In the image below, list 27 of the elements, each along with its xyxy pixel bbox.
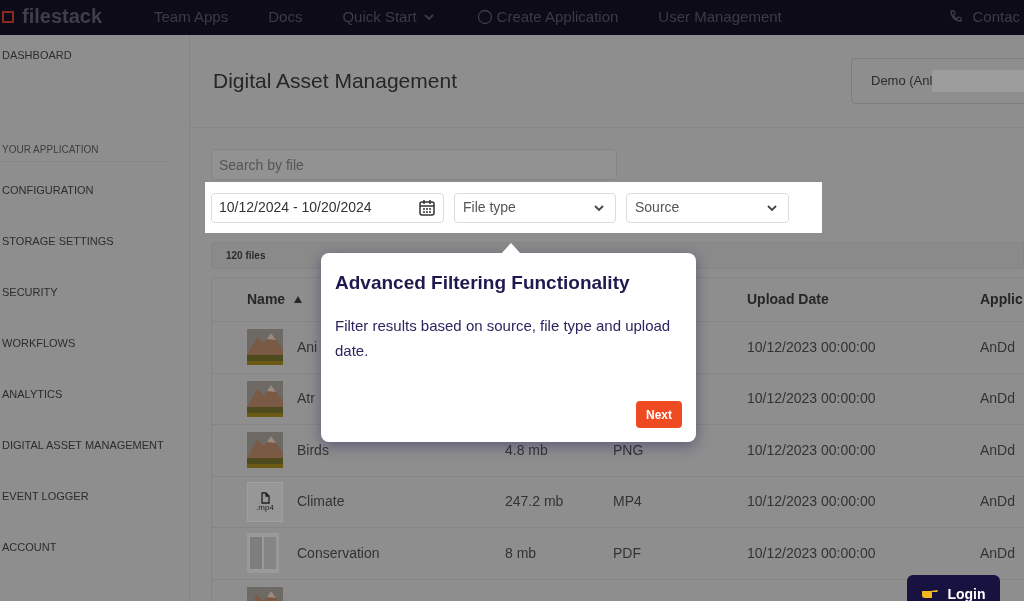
file-name: Ani [297,338,318,355]
upload-date: 10/12/2023 00:00:00 [747,440,877,460]
file-name: Atr [297,390,315,407]
file-size: 4.8 mb [505,440,549,460]
application-name: AnDd [980,389,1016,409]
file-count: 120 files [226,249,266,263]
application-name: AnDd [980,492,1016,512]
page-title: Digital Asset Management [213,68,457,95]
file-name: Conservation [297,544,380,561]
file-type: MP4 [613,492,643,512]
file-type: PDF [613,543,642,563]
application-name: AnDd [980,543,1016,563]
file-size: 8 mb [505,543,538,563]
section-label: YOUR APPLICATION [2,144,99,155]
upload-date: 10/12/2023 00:00:00 [747,337,877,357]
file-type: PNG [613,440,645,460]
file-name: Climate [297,493,345,510]
tour-text: Filter results based on source, file type and upload date. [335,315,672,361]
application-name: AnDd [980,337,1016,357]
upload-date: 10/12/2023 00:00:00 [747,543,877,563]
file-extension: .mp4 [256,503,274,512]
upload-date: 10/12/2023 00:00:00 [747,389,877,409]
file-name: Birds [297,441,329,458]
tour-title: Advanced Filtering Functionality [335,271,631,295]
upload-date: 10/12/2023 00:00:00 [747,492,877,512]
file-size: 247.2 mb [505,492,565,512]
application-name: AnDd [980,440,1016,460]
